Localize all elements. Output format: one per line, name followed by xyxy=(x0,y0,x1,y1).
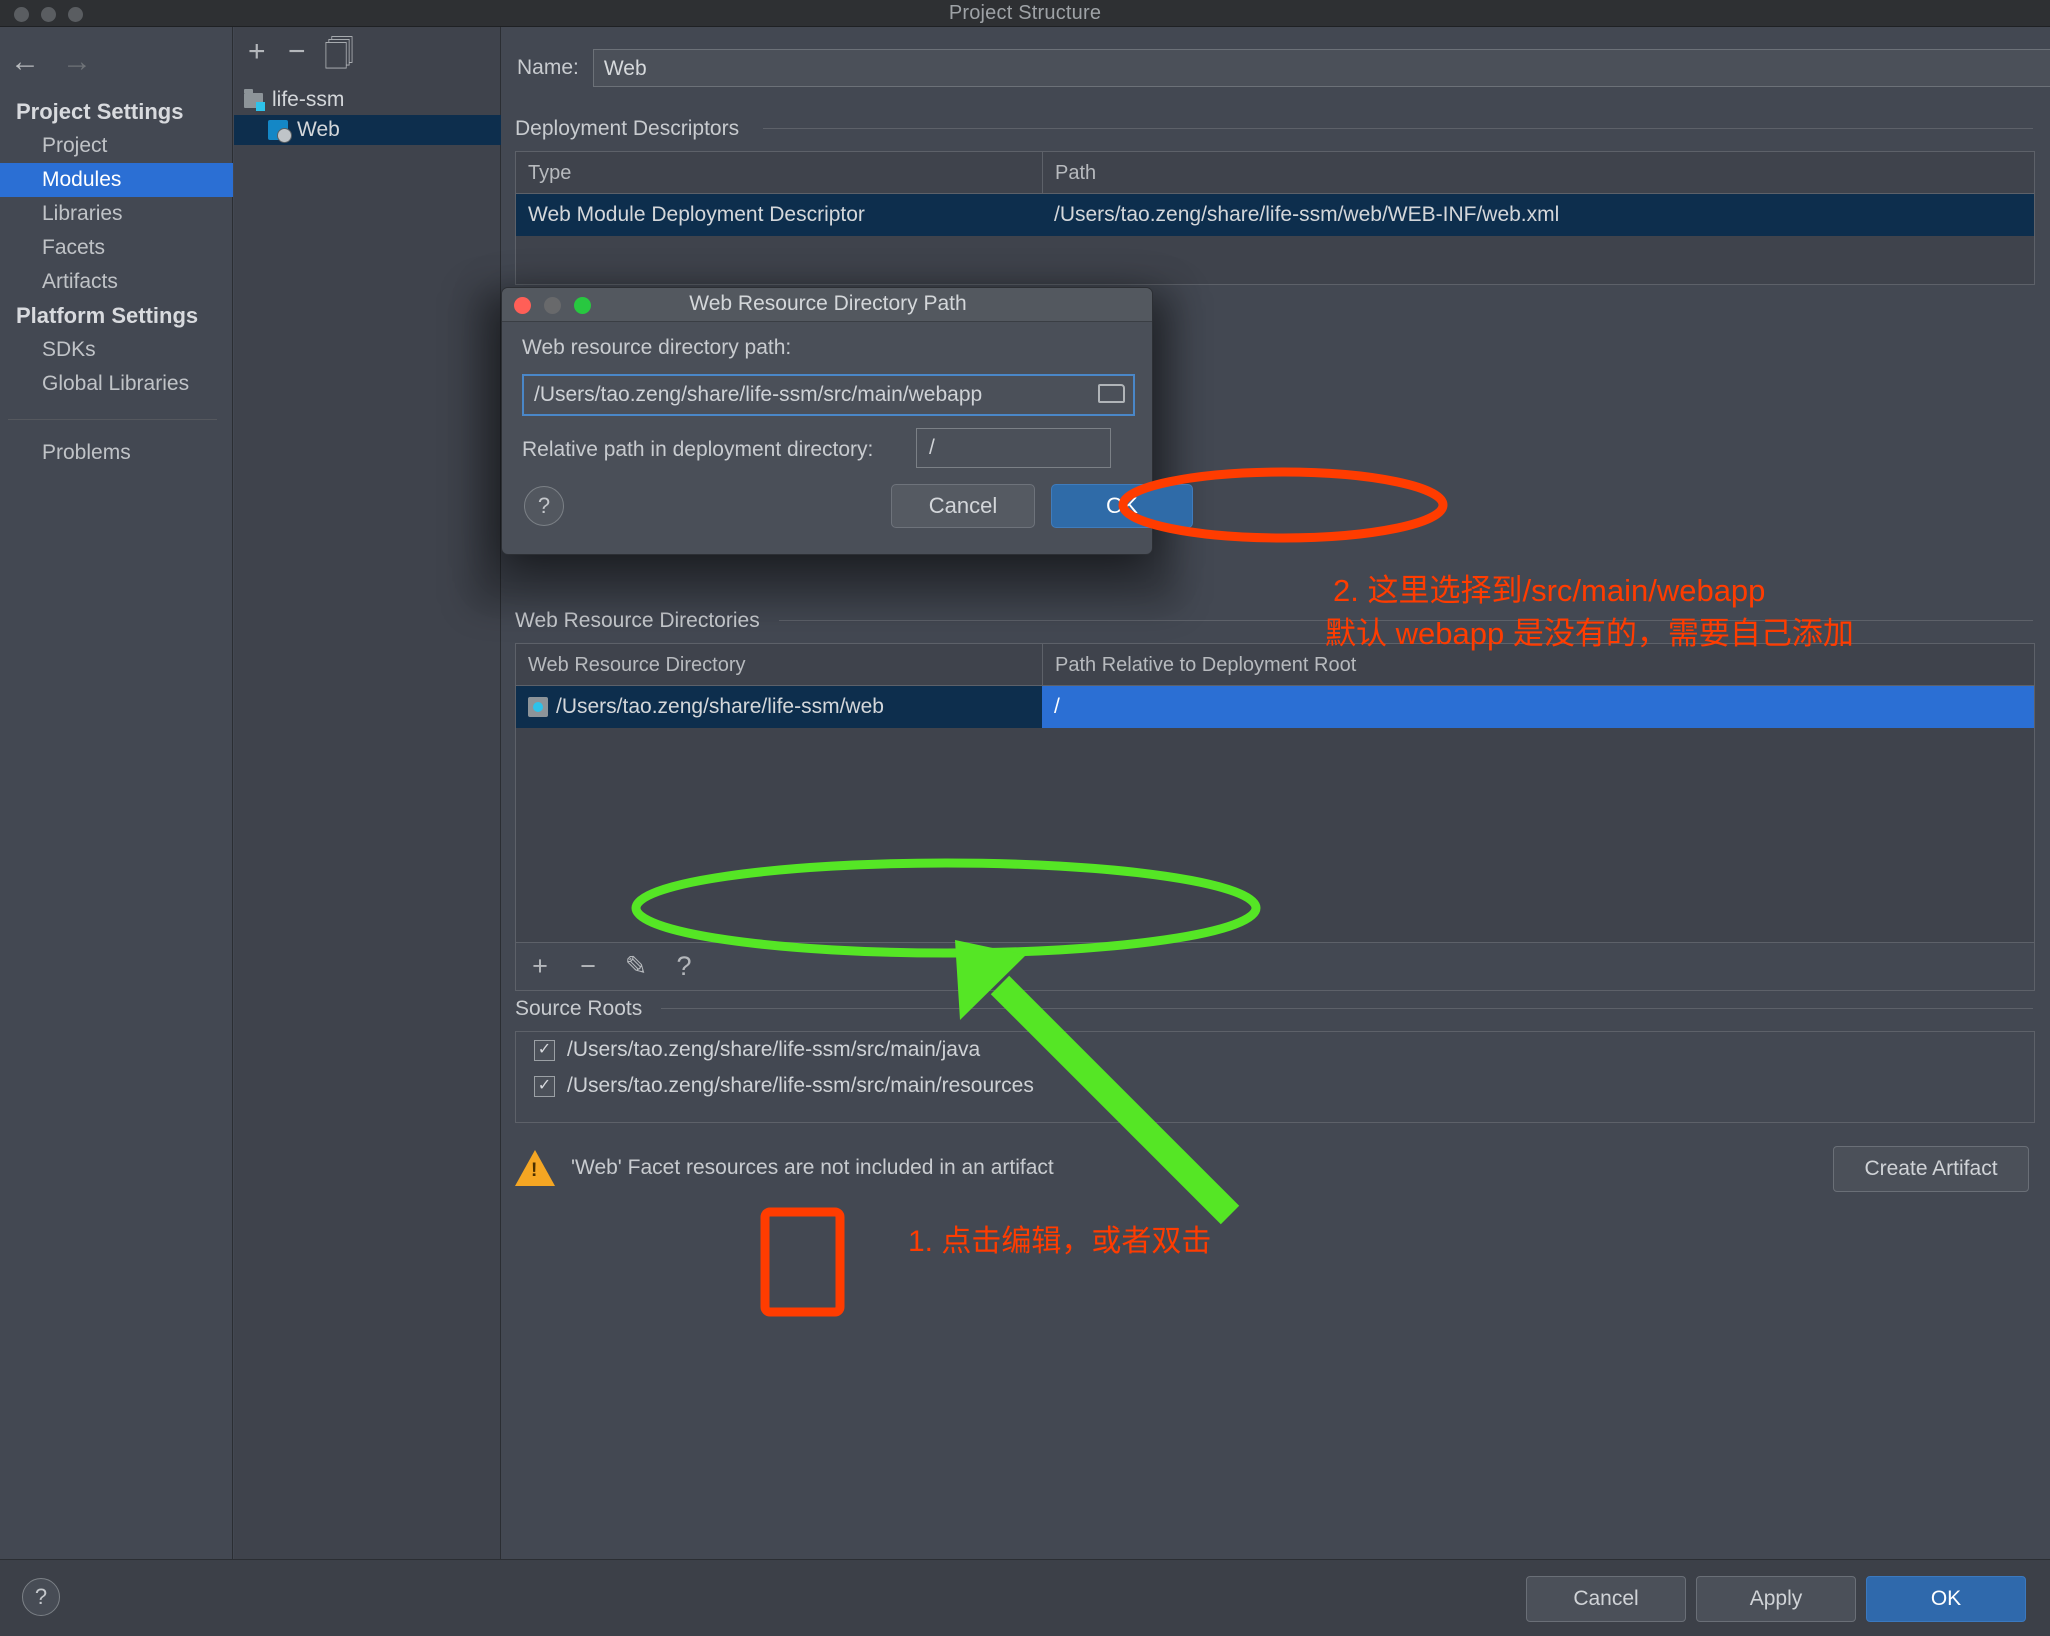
source-roots-list: ✓ /Users/tao.zeng/share/life-ssm/src/mai… xyxy=(515,1031,2035,1123)
tree-node-web[interactable]: Web xyxy=(234,115,501,145)
window-title: Project Structure xyxy=(0,2,2050,25)
column-header-path[interactable]: Path xyxy=(1042,152,2034,194)
dialog-path-label: Web resource directory path: xyxy=(522,336,791,360)
remove-web-resource-directory-icon[interactable]: − xyxy=(564,943,612,991)
descriptor-type-cell: Web Module Deployment Descriptor xyxy=(516,194,1042,236)
sidebar-item-project[interactable]: Project xyxy=(0,129,233,163)
footer-buttons: Cancel Apply OK xyxy=(1526,1576,2026,1622)
table-header-row: Web Resource Directory Path Relative to … xyxy=(516,644,2034,686)
facet-warning-bar: 'Web' Facet resources are not included i… xyxy=(515,1132,2035,1204)
column-header-type[interactable]: Type xyxy=(516,152,1042,194)
module-folder-icon xyxy=(244,93,263,108)
source-root-label: /Users/tao.zeng/share/life-ssm/src/main/… xyxy=(567,1074,1034,1098)
dialog-title: Web Resource Directory Path xyxy=(502,292,1154,316)
window-titlebar: Project Structure xyxy=(0,0,2050,27)
group-rule xyxy=(779,620,2033,621)
sidebar-nav-arrows: ← → xyxy=(10,47,92,77)
source-roots-title: Source Roots xyxy=(515,997,652,1021)
web-resource-directories-title: Web Resource Directories xyxy=(515,609,770,633)
relative-path-cell[interactable]: / xyxy=(1042,686,2034,728)
descriptor-path-cell: /Users/tao.zeng/share/life-ssm/web/WEB-I… xyxy=(1042,194,2034,236)
source-root-checkbox[interactable]: ✓ xyxy=(534,1076,555,1097)
copy-module-icon[interactable]: 🗍 xyxy=(324,40,354,70)
edit-web-resource-directory-icon[interactable]: ✎ xyxy=(612,943,660,991)
web-resource-folder-icon xyxy=(528,697,548,717)
column-header-path-relative[interactable]: Path Relative to Deployment Root xyxy=(1042,644,2034,686)
deployment-descriptors-title: Deployment Descriptors xyxy=(515,117,749,141)
dialog-relative-path-label: Relative path in deployment directory: xyxy=(522,438,873,462)
dialog-help-icon[interactable]: ? xyxy=(524,486,564,526)
module-tree-toolbar: + − 🗍 xyxy=(234,37,501,73)
module-name-label: Name: xyxy=(517,56,579,80)
folder-icon[interactable] xyxy=(1098,384,1125,406)
module-name-row: Name: Web xyxy=(517,49,2050,87)
sidebar-item-facets[interactable]: Facets xyxy=(0,231,233,265)
sidebar-group-platform-settings: Platform Settings xyxy=(0,299,233,333)
footer-ok-button[interactable]: OK xyxy=(1866,1576,2026,1622)
sidebar-item-artifacts[interactable]: Artifacts xyxy=(0,265,233,299)
facet-warning-text: 'Web' Facet resources are not included i… xyxy=(571,1156,1054,1180)
web-resource-directories-table: Web Resource Directory Path Relative to … xyxy=(515,643,2035,943)
relative-path-input[interactable]: / xyxy=(916,428,1111,468)
sidebar-item-modules[interactable]: Modules xyxy=(0,163,233,197)
tree-node-label: Web xyxy=(297,118,340,142)
sidebar-group-project-settings: Project Settings xyxy=(0,95,233,129)
group-rule xyxy=(763,128,2033,129)
group-rule xyxy=(661,1008,2033,1009)
module-tree-rows: life-ssm Web xyxy=(234,85,501,145)
list-item[interactable]: ✓ /Users/tao.zeng/share/life-ssm/src/mai… xyxy=(516,1032,2034,1068)
source-root-label: /Users/tao.zeng/share/life-ssm/src/main/… xyxy=(567,1038,980,1062)
arrow-right-icon[interactable]: → xyxy=(62,47,92,77)
remove-module-icon[interactable]: − xyxy=(288,37,306,67)
sidebar-item-libraries[interactable]: Libraries xyxy=(0,197,233,231)
deployment-descriptors-table: Type Path Web Module Deployment Descript… xyxy=(515,151,2035,285)
sidebar-list: Project Settings Project Modules Librari… xyxy=(0,95,233,470)
tree-node-label: life-ssm xyxy=(272,88,344,112)
source-root-checkbox[interactable]: ✓ xyxy=(534,1040,555,1061)
sidebar-item-problems[interactable]: Problems xyxy=(0,436,233,470)
table-row[interactable]: /Users/tao.zeng/share/life-ssm/web / xyxy=(516,686,2034,728)
settings-sidebar: ← → Project Settings Project Modules Lib… xyxy=(0,27,233,1559)
arrow-left-icon[interactable]: ← xyxy=(10,47,40,77)
footer-cancel-button[interactable]: Cancel xyxy=(1526,1576,1686,1622)
tree-node-life-ssm[interactable]: life-ssm xyxy=(234,85,501,115)
footer-apply-button[interactable]: Apply xyxy=(1696,1576,1856,1622)
dialog-footer: ? Cancel Apply OK xyxy=(0,1559,2050,1636)
create-artifact-button[interactable]: Create Artifact xyxy=(1833,1146,2029,1192)
web-resource-directory-cell: /Users/tao.zeng/share/life-ssm/web xyxy=(516,686,1042,728)
web-resource-directory-path-input[interactable]: /Users/tao.zeng/share/life-ssm/src/main/… xyxy=(522,374,1135,416)
web-resource-directories-toolbar: + − ✎ ? xyxy=(515,943,2035,991)
web-resource-directory-text: /Users/tao.zeng/share/life-ssm/web xyxy=(556,686,884,728)
dialog-ok-button[interactable]: OK xyxy=(1051,484,1193,528)
path-input-value: /Users/tao.zeng/share/life-ssm/src/main/… xyxy=(524,383,982,407)
sidebar-divider xyxy=(8,419,217,420)
dialog-titlebar: Web Resource Directory Path xyxy=(502,288,1152,322)
list-item[interactable]: ✓ /Users/tao.zeng/share/life-ssm/src/mai… xyxy=(516,1068,2034,1104)
sidebar-item-sdks[interactable]: SDKs xyxy=(0,333,233,367)
dialog-cancel-button[interactable]: Cancel xyxy=(891,484,1035,528)
web-facet-icon xyxy=(268,120,288,140)
module-settings-panel: Name: Web Deployment Descriptors Type Pa… xyxy=(501,27,2050,1559)
project-structure-window: Project Structure ← → Project Settings P… xyxy=(0,0,2050,1636)
table-row[interactable]: Web Module Deployment Descriptor /Users/… xyxy=(516,194,2034,236)
sidebar-item-global-libraries[interactable]: Global Libraries xyxy=(0,367,233,401)
web-resource-directory-path-dialog: Web Resource Directory Path Web resource… xyxy=(501,287,1153,555)
module-name-input[interactable]: Web xyxy=(593,49,2050,87)
add-module-icon[interactable]: + xyxy=(248,37,266,67)
warning-triangle-icon xyxy=(515,1150,555,1186)
module-tree-pane: + − 🗍 life-ssm Web xyxy=(234,27,501,1559)
web-resource-directories-help-icon[interactable]: ? xyxy=(660,943,708,991)
table-header-row: Type Path xyxy=(516,152,2034,194)
footer-help-icon[interactable]: ? xyxy=(22,1578,60,1616)
add-web-resource-directory-icon[interactable]: + xyxy=(516,943,564,991)
column-header-web-resource-directory[interactable]: Web Resource Directory xyxy=(516,644,1042,686)
